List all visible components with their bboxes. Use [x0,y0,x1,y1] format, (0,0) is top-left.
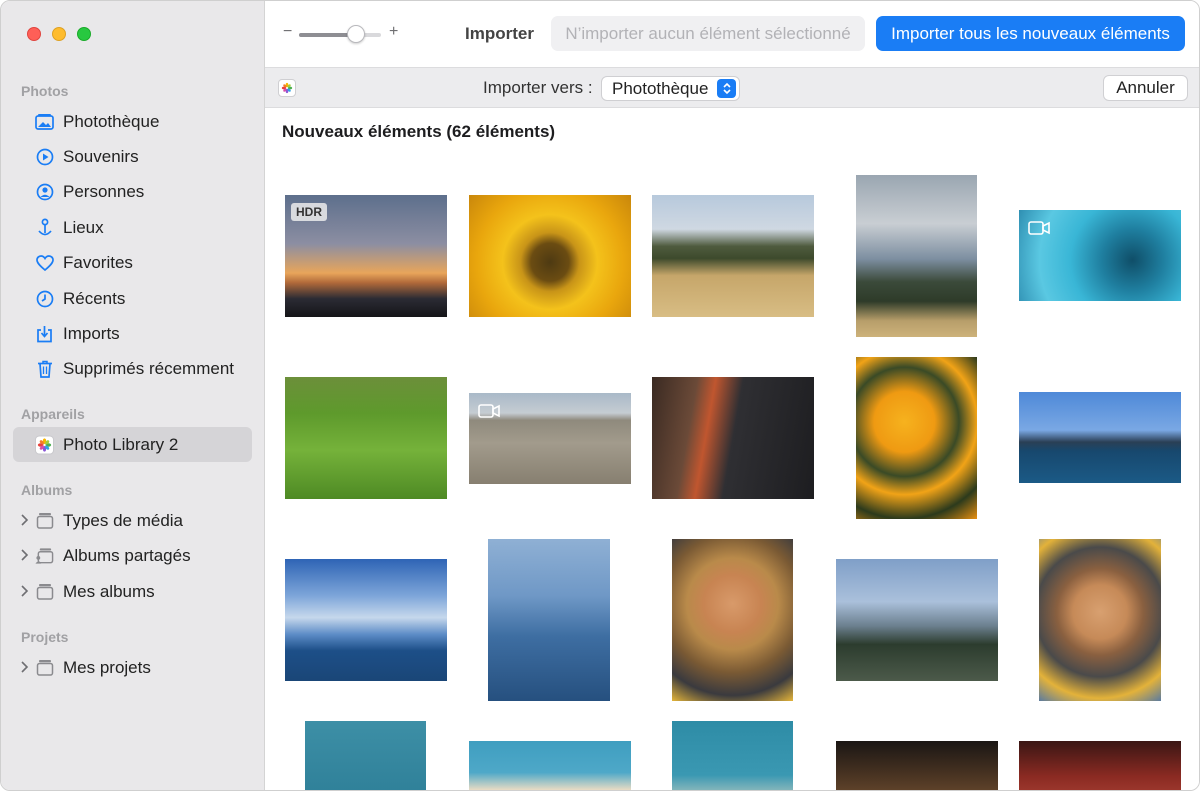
section-title-projects: Projets [21,629,69,645]
photo-thumbnail[interactable]: HDR [285,195,447,317]
photo-thumbnail[interactable] [856,357,977,519]
toolbar: − + Importer N’importer aucun élément sé… [265,1,1199,67]
zoom-slider-knob[interactable] [347,25,365,43]
minimize-window-button[interactable] [52,27,66,41]
import-window: Photos Photothèque Souvenirs Personnes L… [0,0,1200,791]
shared-folder-icon [35,546,54,565]
import-icon [35,324,54,343]
import-selected-button[interactable]: N’importer aucun élément sélectionné [551,16,865,51]
sidebar-item-imports[interactable]: Imports [13,316,252,351]
places-icon [35,218,54,237]
hdr-badge: HDR [291,203,327,221]
import-grid: Nouveaux éléments (62 éléments) HDR [265,108,1199,790]
photos-app-icon [35,435,54,454]
photo-thumbnail[interactable] [652,377,814,499]
zoom-window-button[interactable] [77,27,91,41]
photo-thumbnail[interactable] [856,175,977,337]
sidebar-item-label: Récents [63,289,126,308]
sidebar-item-my-projects[interactable]: Mes projets [13,650,252,685]
clock-icon [35,289,54,308]
chevron-updown-icon [717,79,736,98]
sidebar-item-label: Lieux [63,218,104,237]
video-icon [478,404,500,423]
cancel-button[interactable]: Annuler [1103,75,1188,101]
chevron-right-icon[interactable] [19,513,31,527]
sidebar-item-recently-deleted[interactable]: Supprimés récemment [13,351,252,386]
people-icon [35,182,54,201]
photo-thumbnail[interactable] [285,559,447,681]
close-window-button[interactable] [27,27,41,41]
sidebar-item-label: Favorites [63,253,133,272]
photo-thumbnail[interactable] [1039,539,1161,701]
folder-icon [35,511,54,530]
heart-icon [35,253,54,272]
destination-value: Photothèque [612,79,709,98]
import-destination-bar: Importer vers : Photothèque Annuler [265,67,1199,108]
zoom-out-icon[interactable]: − [283,23,292,41]
sidebar-item-label: Mes projets [63,658,151,677]
sidebar-item-label: Souvenirs [63,147,139,166]
photo-thumbnail[interactable] [672,721,793,790]
destination-select[interactable]: Photothèque [601,76,740,101]
import-title: Importer [465,24,534,43]
photo-thumbnail[interactable] [469,741,631,790]
photo-thumbnail[interactable] [836,741,998,790]
sidebar: Photos Photothèque Souvenirs Personnes L… [1,1,265,790]
sidebar-item-recents[interactable]: Récents [13,281,252,316]
photo-thumbnail[interactable] [1019,741,1181,790]
memories-icon [35,147,54,166]
photo-thumbnail[interactable] [1019,392,1181,483]
sidebar-item-label: Mes albums [63,582,155,601]
sidebar-item-label: Photo Library 2 [63,435,179,454]
photo-thumbnail[interactable] [285,377,447,499]
photo-thumbnail[interactable] [652,195,814,317]
photo-thumbnail[interactable] [488,539,610,701]
sidebar-item-favorites[interactable]: Favorites [13,245,252,280]
destination-label: Importer vers : [483,78,593,97]
library-icon [35,112,54,131]
sidebar-item-label: Imports [63,324,120,343]
chevron-right-icon[interactable] [19,548,31,562]
chevron-right-icon[interactable] [19,660,31,674]
chevron-right-icon[interactable] [19,584,31,598]
sidebar-item-media-types[interactable]: Types de média [13,503,252,538]
sidebar-item-people[interactable]: Personnes [13,174,252,209]
section-title-albums: Albums [21,482,73,498]
photo-thumbnail[interactable] [672,539,793,701]
trash-icon [35,359,54,378]
photo-thumbnail[interactable] [836,559,998,681]
sidebar-item-places[interactable]: Lieux [13,210,252,245]
photo-thumbnail[interactable] [305,721,426,790]
zoom-slider[interactable] [299,33,381,37]
sidebar-item-shared-albums[interactable]: Albums partagés [13,538,252,573]
sidebar-item-label: Photothèque [63,112,160,131]
sidebar-item-my-albums[interactable]: Mes albums [13,574,252,609]
sidebar-item-memories[interactable]: Souvenirs [13,139,252,174]
folder-icon [35,658,54,677]
sidebar-item-label: Personnes [63,182,145,201]
grid-title: Nouveaux éléments (62 éléments) [282,122,556,141]
import-all-button[interactable]: Importer tous les nouveaux éléments [876,16,1185,51]
section-title-photos: Photos [21,83,69,99]
sidebar-item-photo-library-2[interactable]: Photo Library 2 [13,427,252,462]
photo-thumbnail[interactable] [469,195,631,317]
sidebar-item-label: Supprimés récemment [63,359,235,378]
folder-icon [35,582,54,601]
sidebar-item-label: Albums partagés [63,546,191,565]
zoom-in-icon[interactable]: + [389,23,398,41]
photos-app-icon [278,79,296,97]
photo-thumbnail[interactable] [469,393,631,484]
sidebar-item-label: Types de média [63,511,184,530]
video-icon [1028,221,1050,240]
section-title-devices: Appareils [21,406,85,422]
sidebar-item-library[interactable]: Photothèque [13,104,252,139]
photo-thumbnail[interactable] [1019,210,1181,301]
